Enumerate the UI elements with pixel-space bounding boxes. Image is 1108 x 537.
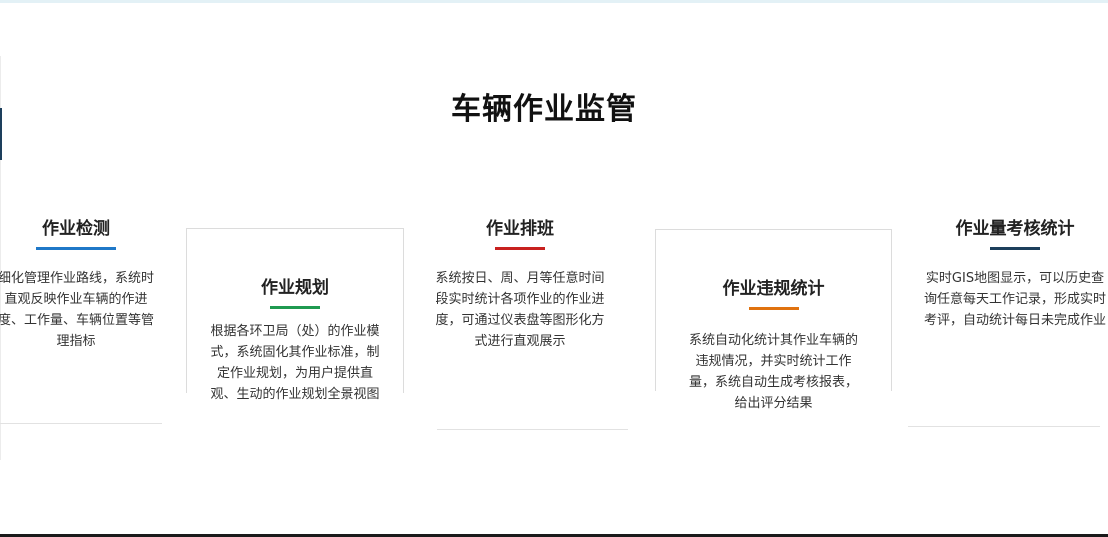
- card-description: 根据各环卫局（处）的作业模式，系统固化其作业标准，制定作业规划，为用户提供直观、…: [210, 324, 380, 402]
- card-underline: [270, 306, 320, 309]
- card-bottom-line: [437, 429, 628, 430]
- card-title: 作业检测: [42, 219, 110, 239]
- card-bottom-line: [0, 423, 162, 424]
- card-underline: [748, 307, 799, 310]
- card-title: 作业排班: [486, 219, 554, 239]
- card-description: 系统自动化统计其作业车辆的违规情况，并实时统计工作量，系统自动生成考核报表，给出…: [688, 333, 858, 411]
- card-job-monitoring[interactable]: 作业检测 细化管理作业路线，系统时直观反映作业车辆的作进度、工作量、车辆位置等管…: [0, 214, 166, 352]
- card-title: 作业规划: [261, 278, 329, 298]
- page-title: 车辆作业监管: [451, 92, 637, 127]
- card-job-planning[interactable]: 作业规划 根据各环卫局（处）的作业模式，系统固化其作业标准，制定作业规划，为用户…: [186, 228, 404, 402]
- card-title: 作业量考核统计: [955, 219, 1075, 239]
- card-underline: [990, 247, 1040, 250]
- card-bottom-line: [908, 426, 1100, 427]
- card-description: 实时GIS地图显示，可以历史查询任意每天工作记录，形成实时考评，自动统计每日未完…: [924, 271, 1107, 328]
- card-title: 作业违规统计: [722, 279, 825, 299]
- card-job-scheduling[interactable]: 作业排班 系统按日、周、月等任意时间段实时统计各项作业的作业进度，可通过仪表盘等…: [430, 214, 610, 352]
- card-violation-statistics[interactable]: 作业违规统计 系统自动化统计其作业车辆的违规情况，并实时统计工作量，系统自动生成…: [655, 229, 892, 411]
- card-description: 细化管理作业路线，系统时直观反映作业车辆的作进度、工作量、车辆位置等管理指标: [0, 271, 155, 349]
- page: 车辆作业监管 作业检测 细化管理作业路线，系统时直观反映作业车辆的作进度、工作量…: [0, 0, 1108, 537]
- top-strip: [0, 0, 1108, 3]
- card-underline: [495, 247, 545, 250]
- card-workload-assessment[interactable]: 作业量考核统计 实时GIS地图显示，可以历史查询任意每天工作记录，形成实时考评，…: [920, 214, 1108, 331]
- card-underline: [36, 247, 116, 250]
- card-description: 系统按日、周、月等任意时间段实时统计各项作业的作业进度，可通过仪表盘等图形化方式…: [435, 271, 605, 349]
